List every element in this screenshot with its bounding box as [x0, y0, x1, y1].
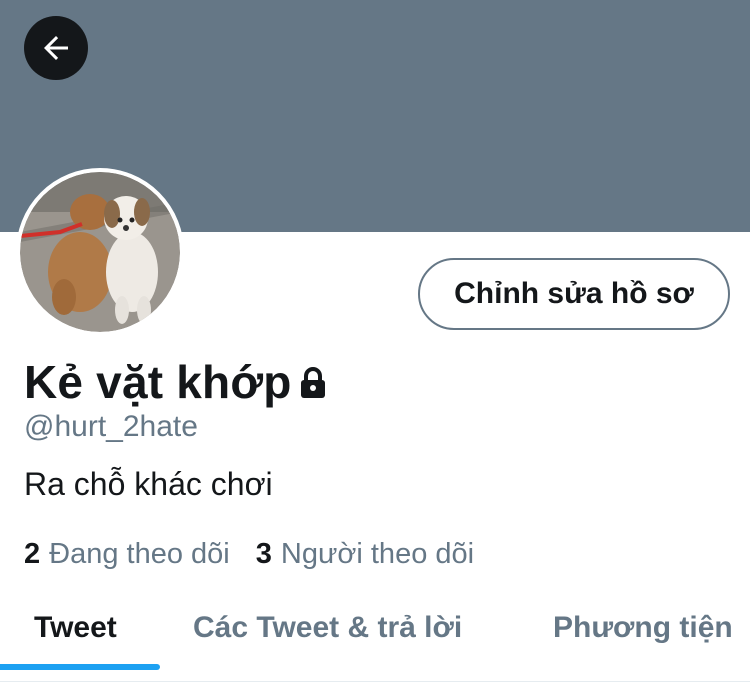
active-tab-indicator: [0, 664, 160, 670]
profile-handle: @hurt_2hate: [24, 410, 198, 443]
avatar[interactable]: [16, 168, 184, 336]
following-count: 2: [24, 538, 41, 570]
display-name-row: Kẻ vặt khớp: [24, 352, 328, 412]
followers-count: 3: [255, 538, 272, 570]
followers-stat[interactable]: 3 Người theo dõi: [256, 538, 474, 571]
tab-tweets-and-replies[interactable]: Các Tweet & trả lời: [193, 590, 462, 666]
tab-tweets[interactable]: Tweet: [34, 590, 117, 666]
back-button[interactable]: [24, 16, 88, 80]
display-name: Kẻ vặt khớp: [24, 356, 292, 408]
profile-bio: Ra chỗ khác chơi: [24, 466, 273, 502]
following-stat[interactable]: 2 Đang theo dõi: [24, 538, 230, 571]
edit-profile-button[interactable]: Chỉnh sửa hồ sơ: [418, 258, 730, 330]
lock-icon: [298, 366, 328, 405]
followers-label: Người theo dõi: [280, 538, 475, 570]
tab-media[interactable]: Phương tiện: [553, 590, 733, 666]
follow-stats: 2 Đang theo dõi 3 Người theo dõi: [24, 538, 474, 571]
arrow-left-icon: [44, 36, 68, 60]
following-label: Đang theo dõi: [49, 538, 230, 570]
profile-tabs: Tweet Các Tweet & trả lời Phương tiện: [0, 590, 750, 682]
dog-photo-avatar: [20, 172, 180, 332]
